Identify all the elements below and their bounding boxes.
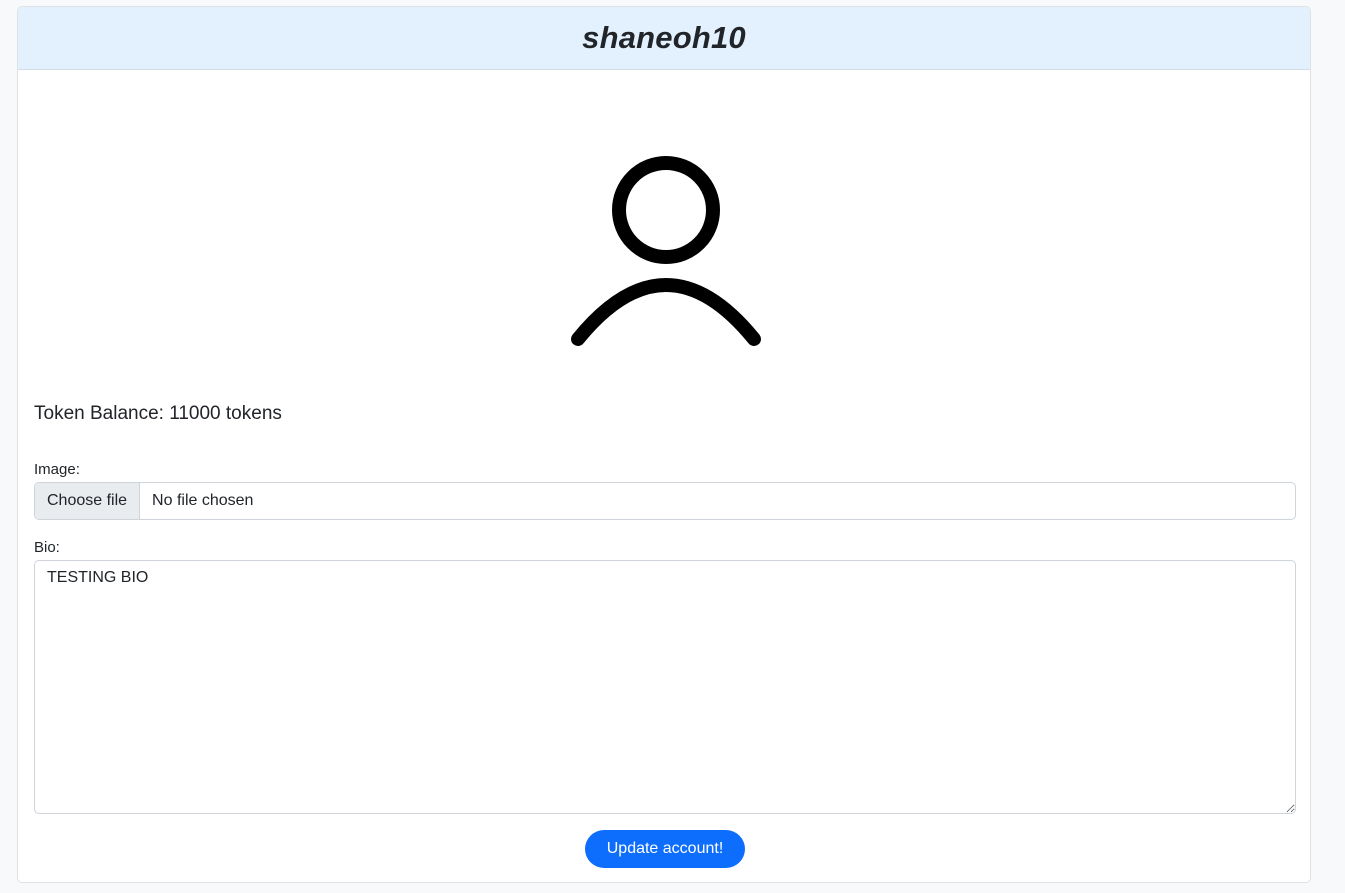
update-account-button[interactable]: Update account! bbox=[585, 830, 745, 868]
choose-file-button[interactable]: Choose file bbox=[35, 483, 141, 519]
page-scrollbar[interactable] bbox=[1330, 0, 1345, 893]
image-label: Image: bbox=[34, 461, 80, 478]
profile-card: shaneoh10 Token Balance: 11000 tokens Im… bbox=[17, 6, 1311, 883]
bio-textarea[interactable]: TESTING BIO bbox=[34, 560, 1296, 814]
image-file-input[interactable]: Choose file No file chosen bbox=[34, 482, 1296, 520]
username-title: shaneoh10 bbox=[582, 19, 746, 55]
profile-header: shaneoh10 bbox=[18, 7, 1310, 70]
user-avatar-icon bbox=[571, 156, 761, 346]
token-balance: Token Balance: 11000 tokens bbox=[34, 403, 282, 424]
file-status-text: No file chosen bbox=[152, 492, 254, 509]
bio-label: Bio: bbox=[34, 539, 60, 556]
